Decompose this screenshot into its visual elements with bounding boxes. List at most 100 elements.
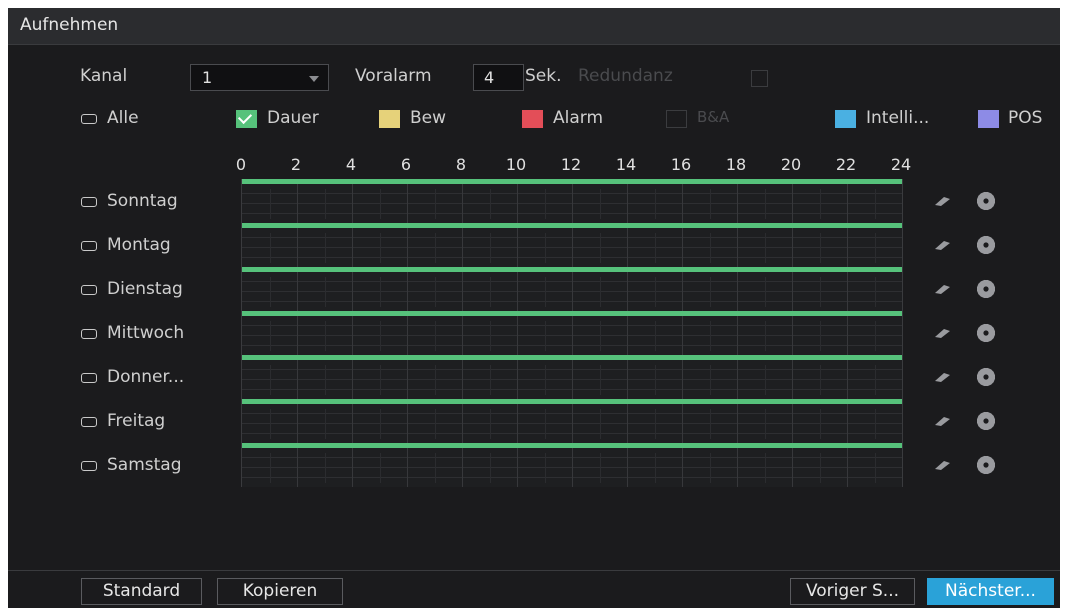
kopieren-button[interactable]: Kopieren bbox=[217, 578, 343, 605]
legend-pos-swatch[interactable] bbox=[978, 110, 999, 128]
legend-ba-swatch[interactable] bbox=[666, 110, 687, 128]
day-label: Montag bbox=[107, 235, 171, 255]
grid-tick bbox=[654, 453, 656, 483]
grid-tick bbox=[434, 277, 436, 307]
eraser-icon[interactable] bbox=[933, 372, 951, 382]
grid-tick bbox=[379, 409, 381, 439]
window-title: Aufnehmen bbox=[20, 15, 119, 35]
grid-tick bbox=[517, 448, 518, 487]
eraser-icon[interactable] bbox=[933, 284, 951, 294]
grid-tick bbox=[874, 189, 876, 219]
legend-intelli-swatch[interactable] bbox=[835, 110, 856, 128]
check-icon bbox=[237, 109, 253, 125]
hour-label: 16 bbox=[670, 155, 692, 174]
grid-tick bbox=[847, 448, 848, 487]
gear-icon[interactable] bbox=[975, 366, 997, 388]
voriger-button[interactable]: Voriger S... bbox=[790, 578, 915, 605]
grid-tick bbox=[819, 365, 821, 395]
grid-tick bbox=[709, 453, 711, 483]
schedule-bar[interactable] bbox=[242, 179, 902, 184]
grid-tick bbox=[737, 360, 738, 399]
gear-icon[interactable] bbox=[975, 322, 997, 344]
grid-tick bbox=[352, 448, 353, 487]
eraser-icon[interactable] bbox=[933, 416, 951, 426]
grid-tick bbox=[407, 184, 408, 223]
grid-tick bbox=[847, 360, 848, 399]
day-timeline[interactable] bbox=[241, 223, 903, 267]
schedule-bar[interactable] bbox=[242, 443, 902, 448]
schedule-bar[interactable] bbox=[242, 355, 902, 360]
grid-tick bbox=[407, 360, 408, 399]
legend-bew-label: Bew bbox=[410, 108, 447, 128]
eraser-icon[interactable] bbox=[933, 196, 951, 206]
gear-icon[interactable] bbox=[975, 410, 997, 432]
grid-tick bbox=[572, 272, 573, 311]
day-toggle-icon[interactable] bbox=[81, 417, 97, 427]
day-timeline[interactable] bbox=[241, 311, 903, 355]
grid-tick bbox=[599, 365, 601, 395]
grid-tick bbox=[407, 272, 408, 311]
schedule-bar[interactable] bbox=[242, 267, 902, 272]
grid-tick bbox=[489, 233, 491, 263]
day-timeline[interactable] bbox=[241, 179, 903, 223]
schedule-bar[interactable] bbox=[242, 399, 902, 404]
gear-icon[interactable] bbox=[975, 454, 997, 476]
legend-alle: Alle bbox=[107, 108, 139, 128]
day-toggle-icon[interactable] bbox=[81, 197, 97, 207]
day-toggle-icon[interactable] bbox=[81, 373, 97, 383]
legend-bew-swatch[interactable] bbox=[379, 110, 400, 128]
hour-label: 24 bbox=[890, 155, 912, 174]
day-toggle-icon[interactable] bbox=[81, 241, 97, 251]
day-timeline[interactable] bbox=[241, 443, 903, 487]
grid-tick bbox=[737, 448, 738, 487]
grid-tick bbox=[269, 365, 271, 395]
grid-tick bbox=[654, 321, 656, 351]
grid-tick bbox=[737, 228, 738, 267]
grid-tick bbox=[874, 365, 876, 395]
legend-dauer-checkbox[interactable] bbox=[236, 109, 257, 128]
grid-tick bbox=[352, 272, 353, 311]
schedule-bar[interactable] bbox=[242, 223, 902, 228]
voralarm-input[interactable]: 4 bbox=[473, 64, 524, 91]
grid-tick bbox=[544, 189, 546, 219]
day-toggle-icon[interactable] bbox=[81, 461, 97, 471]
day-toggle-icon[interactable] bbox=[81, 285, 97, 295]
legend-alarm-swatch[interactable] bbox=[522, 110, 543, 128]
grid-tick bbox=[297, 404, 298, 443]
gear-icon[interactable] bbox=[975, 278, 997, 300]
redundanz-checkbox[interactable] bbox=[751, 70, 768, 87]
eraser-icon[interactable] bbox=[933, 240, 951, 250]
grid-tick bbox=[462, 448, 463, 487]
grid-tick bbox=[269, 233, 271, 263]
day-toggle-icon[interactable] bbox=[81, 329, 97, 339]
day-timeline[interactable] bbox=[241, 399, 903, 443]
day-timeline[interactable] bbox=[241, 355, 903, 399]
chevron-down-icon bbox=[309, 76, 319, 82]
grid-tick bbox=[847, 404, 848, 443]
grid-tick bbox=[764, 189, 766, 219]
grid-tick bbox=[434, 233, 436, 263]
naechster-button[interactable]: Nächster... bbox=[927, 578, 1054, 605]
schedule-bar[interactable] bbox=[242, 311, 902, 316]
kanal-select[interactable]: 1 bbox=[190, 64, 329, 91]
grid-tick bbox=[599, 321, 601, 351]
grid-tick bbox=[599, 189, 601, 219]
eraser-icon[interactable] bbox=[933, 460, 951, 470]
eraser-icon[interactable] bbox=[933, 328, 951, 338]
gear-icon[interactable] bbox=[975, 234, 997, 256]
grid-tick bbox=[517, 228, 518, 267]
footer-divider bbox=[8, 570, 1060, 571]
grid-tick bbox=[627, 184, 628, 223]
grid-tick bbox=[764, 233, 766, 263]
standard-button[interactable]: Standard bbox=[81, 578, 202, 605]
grid-tick bbox=[517, 316, 518, 355]
gear-icon[interactable] bbox=[975, 190, 997, 212]
grid-tick bbox=[324, 453, 326, 483]
grid-tick bbox=[434, 321, 436, 351]
grid-tick bbox=[654, 365, 656, 395]
alle-toggle-icon[interactable] bbox=[81, 114, 97, 124]
grid-tick bbox=[682, 360, 683, 399]
grid-tick bbox=[352, 404, 353, 443]
day-timeline[interactable] bbox=[241, 267, 903, 311]
grid-tick bbox=[324, 409, 326, 439]
